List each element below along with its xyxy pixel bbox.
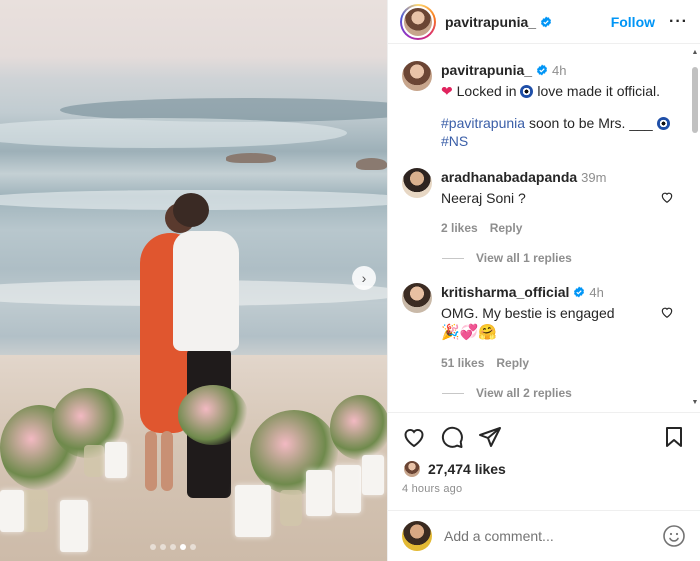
follow-button[interactable]: Follow [611,14,655,30]
caption-line1-end: love made it official. [537,83,661,99]
wave [0,118,347,148]
like-icon[interactable] [402,425,426,449]
candle-bag [0,490,24,532]
candle-bag [335,465,361,513]
author-avatar-ring[interactable] [400,3,436,40]
scroll-up-icon[interactable]: ▲ [691,49,699,57]
comment-author[interactable]: kritisharma_official [441,284,569,300]
rock [226,153,276,163]
comment-text: Neeraj Soni ? [441,190,526,206]
add-comment-bar [388,510,700,561]
caption-middle: soon to be Mrs. ___ [528,115,653,131]
post-time[interactable]: 4 hours ago [402,483,686,495]
reply-button[interactable]: Reply [490,219,523,237]
comment-text: OMG. My bestie is engaged [441,305,615,321]
red-heart-icon: ❤ [441,83,453,99]
view-replies-button[interactable]: View all 2 replies [442,386,690,400]
reply-button[interactable]: Reply [496,354,529,372]
post-caption: pavitrapunia_ 4h ❤ Locked in love made it… [402,61,690,150]
avatar [402,521,432,551]
comments-scrollbar[interactable]: ▲ ▼ [691,45,699,411]
verified-icon [541,16,552,27]
nazar-icon [520,85,534,98]
next-slide-button[interactable]: › [352,266,376,290]
vase [84,445,104,477]
couple-figure [135,193,245,508]
candle-bag [306,470,332,516]
vase [280,490,302,526]
chevron-right-icon: › [361,270,367,286]
caption-text: ❤ Locked in love made it official. [441,82,670,100]
candle-bag [105,442,127,478]
comment-time: 4h [589,285,604,300]
comment-time: 39m [581,170,607,185]
caption-line1: Locked in [456,83,517,99]
more-options-button[interactable]: ··· [669,13,688,31]
avatar [402,5,434,38]
heart-icon[interactable] [660,190,674,204]
candle-bag [235,485,271,537]
caption-hashtags: #pavitrapunia soon to be Mrs. ___ #NS [441,114,670,150]
flower-bouquet [178,385,248,445]
avatar[interactable] [402,283,432,313]
comment-icon[interactable] [440,425,464,449]
comment-author[interactable]: aradhanabadapanda [441,169,577,185]
caption-author[interactable]: pavitrapunia_ [441,62,532,78]
save-icon[interactable] [662,425,686,449]
liker-avatar[interactable] [402,459,422,479]
comment-likes[interactable]: 51 likes [441,354,484,372]
rock [356,158,387,170]
post-photo[interactable]: › [0,0,387,561]
scrollbar-thumb[interactable] [692,67,698,133]
view-replies-button[interactable]: View all 1 replies [442,251,690,265]
caption-time: 4h [552,63,567,78]
post-actions: 27,474 likes 4 hours ago [388,412,700,495]
verified-icon [537,64,548,76]
post-header: pavitrapunia_ Follow ··· [388,0,700,44]
emoji-icon[interactable] [662,524,686,548]
author-username[interactable]: pavitrapunia_ [445,14,536,30]
carousel-dot [160,544,166,550]
add-comment-input[interactable] [444,528,662,544]
comments-list[interactable]: pavitrapunia_ 4h ❤ Locked in love made it… [388,45,690,411]
nazar-icon [656,117,670,130]
likes-row: 27,474 likes [402,459,686,479]
comment: aradhanabadapanda 39m Neeraj Soni ? 2 lik… [402,168,690,237]
hashtag-link[interactable]: #NS [441,133,468,149]
avatar[interactable] [402,61,432,91]
candle-bag [362,455,384,495]
comment-likes[interactable]: 2 likes [441,219,478,237]
carousel-dot [190,544,196,550]
candle-bag [60,500,88,552]
share-icon[interactable] [478,425,502,449]
flower-bouquet [330,395,387,460]
comment: kritisharma_official 4h OMG. My bestie is… [402,283,690,372]
avatar[interactable] [402,168,432,198]
carousel-dots [150,544,196,550]
scroll-down-icon[interactable]: ▼ [691,399,699,407]
carousel-dot-active [180,544,186,550]
comment-emoji: 🎉💞🤗 [441,324,498,341]
vase [22,490,48,532]
post-side-panel: pavitrapunia_ Follow ··· pavitrapunia_ 4h… [387,0,700,561]
likes-count[interactable]: 27,474 likes [428,461,506,477]
carousel-dot [170,544,176,550]
heart-icon[interactable] [660,305,674,319]
verified-icon [574,286,585,298]
carousel-dot [150,544,156,550]
hashtag-link[interactable]: #pavitrapunia [441,115,525,131]
